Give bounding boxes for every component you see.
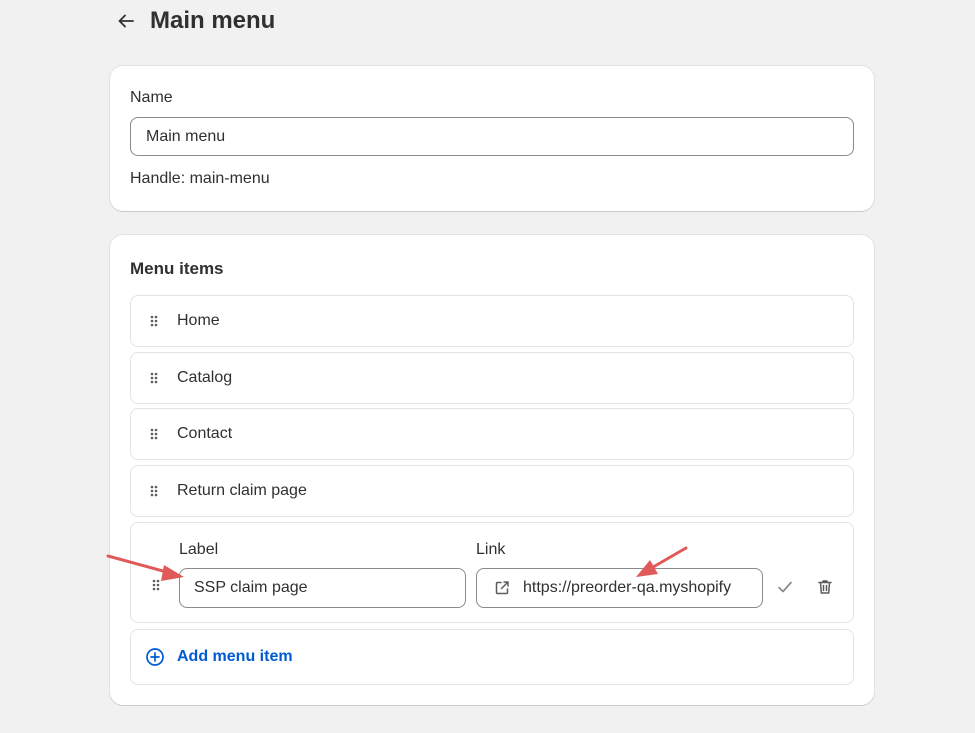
menu-item-contact[interactable]: Contact	[130, 408, 854, 460]
add-menu-item-label: Add menu item	[177, 648, 293, 665]
external-link-icon	[495, 581, 509, 595]
menu-item-label: Home	[177, 312, 220, 329]
add-menu-item-button[interactable]: Add menu item	[130, 629, 854, 685]
name-input[interactable]: Main menu	[130, 117, 854, 156]
name-card: Name Main menu Handle: main-menu	[110, 66, 874, 211]
menu-item-edit-row: Label Link SSP claim page https://preord…	[130, 522, 854, 623]
menu-item-home[interactable]: Home	[130, 295, 854, 347]
menu-item-label: Catalog	[177, 369, 233, 386]
back-button[interactable]	[116, 8, 142, 34]
menu-item-return-claim-page[interactable]: Return claim page	[130, 465, 854, 517]
trash-icon	[818, 580, 832, 594]
confirm-button[interactable]	[773, 575, 797, 599]
arrow-left-icon	[118, 14, 134, 28]
drag-handle-icon[interactable]	[133, 579, 179, 591]
label-field-caption: Label	[179, 541, 219, 558]
menu-item-label: Contact	[177, 425, 233, 442]
drag-handle-icon[interactable]	[131, 485, 177, 497]
menu-items-title: Menu items	[130, 259, 224, 278]
label-input[interactable]: SSP claim page	[179, 568, 466, 608]
drag-handle-icon[interactable]	[131, 315, 177, 327]
menu-items-card: Menu items Home Catalog Contact Return c…	[110, 235, 874, 705]
name-field-label: Name	[130, 89, 173, 106]
menu-item-label: Return claim page	[177, 482, 307, 499]
link-input[interactable]: https://preorder-qa.myshopify	[476, 568, 763, 608]
drag-handle-icon[interactable]	[131, 428, 177, 440]
page-title: Main menu	[150, 7, 276, 34]
plus-circle-icon	[145, 647, 165, 667]
checkmark-icon	[778, 581, 792, 593]
menu-item-catalog[interactable]: Catalog	[130, 352, 854, 404]
link-input-value: https://preorder-qa.myshopify	[523, 579, 732, 596]
delete-button[interactable]	[813, 575, 837, 599]
drag-handle-icon[interactable]	[131, 372, 177, 384]
handle-text: Handle: main-menu	[130, 170, 270, 187]
page-header: Main menu	[116, 4, 275, 38]
link-field-caption: Link	[476, 541, 506, 558]
